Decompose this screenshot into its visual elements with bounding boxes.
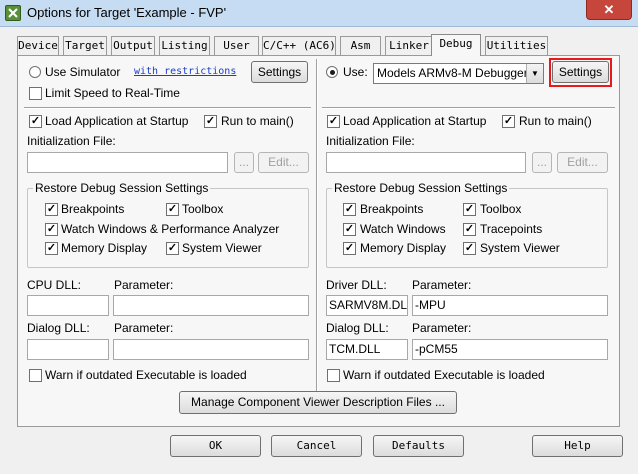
tab-c-cpp[interactable]: C/C++ (AC6) <box>262 36 336 55</box>
left-restore-group-title: Restore Debug Session Settings <box>33 181 211 195</box>
right-init-browse-button[interactable]: ... <box>532 152 552 173</box>
right-run-to-main-label: Run to main() <box>519 114 592 128</box>
chevron-down-icon: ▼ <box>526 64 543 83</box>
cpu-dll-input[interactable] <box>27 295 109 316</box>
limit-speed-label: Limit Speed to Real-Time <box>45 86 180 100</box>
driver-dll-label: Driver DLL: <box>326 278 387 292</box>
right-init-edit-button[interactable]: Edit... <box>557 152 608 173</box>
tab-device[interactable]: Device <box>17 36 59 55</box>
driver-dll-input[interactable]: SARMV8M.DLL <box>326 295 408 316</box>
left-dialog-parameter-label: Parameter: <box>114 321 174 335</box>
driver-parameter-label: Parameter: <box>412 278 472 292</box>
right-breakpoints-label: Breakpoints <box>360 202 424 216</box>
limit-speed-checkbox[interactable] <box>29 87 42 100</box>
left-toolbox-checkbox[interactable]: ✓ <box>166 203 179 216</box>
separator <box>322 107 615 109</box>
tab-debug[interactable]: Debug <box>431 34 481 56</box>
right-warn-outdated-checkbox[interactable] <box>327 369 340 382</box>
right-breakpoints-checkbox[interactable]: ✓ <box>343 203 356 216</box>
use-debugger-radio[interactable] <box>326 66 338 78</box>
manage-component-viewer-button[interactable]: Manage Component Viewer Description File… <box>179 391 457 414</box>
left-run-to-main-label: Run to main() <box>221 114 294 128</box>
help-button[interactable]: Help <box>532 435 623 457</box>
window-title: Options for Target 'Example - FVP' <box>27 5 227 20</box>
left-dialog-dll-label: Dialog DLL: <box>27 321 90 335</box>
ok-button[interactable]: OK <box>170 435 261 457</box>
use-simulator-label: Use Simulator <box>45 65 121 79</box>
cancel-button[interactable]: Cancel <box>271 435 362 457</box>
right-init-file-input[interactable] <box>326 152 526 173</box>
tab-utilities[interactable]: Utilities <box>485 36 548 55</box>
debugger-select[interactable]: Models ARMv8-M Debugger ▼ <box>373 63 544 84</box>
left-dialog-parameter-input[interactable] <box>113 339 309 360</box>
right-dialog-parameter-input[interactable]: -pCM55 <box>412 339 608 360</box>
left-watch-label: Watch Windows & Performance Analyzer <box>61 222 280 236</box>
right-run-to-main-checkbox[interactable]: ✓ <box>502 115 515 128</box>
driver-parameter-input[interactable]: -MPU <box>412 295 608 316</box>
left-warn-outdated-checkbox[interactable] <box>29 369 42 382</box>
use-simulator-radio[interactable] <box>29 66 41 78</box>
tab-linker[interactable]: Linker <box>385 36 433 55</box>
keil-app-icon <box>5 5 21 21</box>
cpu-parameter-input[interactable] <box>113 295 309 316</box>
right-tracepoints-label: Tracepoints <box>480 222 543 236</box>
left-dialog-dll-input[interactable] <box>27 339 109 360</box>
debugger-select-value: Models ARMv8-M Debugger <box>377 66 528 80</box>
left-load-app-checkbox[interactable]: ✓ <box>29 115 42 128</box>
right-warn-outdated-label: Warn if outdated Executable is loaded <box>343 368 545 382</box>
right-load-app-label: Load Application at Startup <box>343 114 487 128</box>
right-tracepoints-checkbox[interactable]: ✓ <box>463 223 476 236</box>
tab-listing[interactable]: Listing <box>159 36 210 55</box>
simulator-settings-button[interactable]: Settings <box>251 61 308 83</box>
column-divider <box>316 59 318 391</box>
right-restore-group-title: Restore Debug Session Settings <box>332 181 510 195</box>
right-memory-checkbox[interactable]: ✓ <box>343 242 356 255</box>
left-memory-checkbox[interactable]: ✓ <box>45 242 58 255</box>
left-init-file-input[interactable] <box>27 152 228 173</box>
tab-user[interactable]: User <box>214 36 259 55</box>
right-memory-label: Memory Display <box>360 241 447 255</box>
right-dialog-parameter-label: Parameter: <box>412 321 472 335</box>
tab-output[interactable]: Output <box>111 36 155 55</box>
right-dialog-dll-label: Dialog DLL: <box>326 321 389 335</box>
left-breakpoints-checkbox[interactable]: ✓ <box>45 203 58 216</box>
left-load-app-label: Load Application at Startup <box>45 114 189 128</box>
left-init-browse-button[interactable]: ... <box>234 152 254 173</box>
right-toolbox-label: Toolbox <box>480 202 522 216</box>
left-system-viewer-checkbox[interactable]: ✓ <box>166 242 179 255</box>
right-system-viewer-checkbox[interactable]: ✓ <box>463 242 476 255</box>
left-system-viewer-label: System Viewer <box>182 241 262 255</box>
left-breakpoints-label: Breakpoints <box>61 202 125 216</box>
right-system-viewer-label: System Viewer <box>480 241 560 255</box>
left-run-to-main-checkbox[interactable]: ✓ <box>204 115 217 128</box>
right-watch-checkbox[interactable]: ✓ <box>343 223 356 236</box>
debugger-settings-button[interactable]: Settings <box>552 61 609 83</box>
right-toolbox-checkbox[interactable]: ✓ <box>463 203 476 216</box>
tab-target[interactable]: Target <box>63 36 107 55</box>
right-dialog-dll-input[interactable]: TCM.DLL <box>326 339 408 360</box>
separator <box>24 107 311 109</box>
with-restrictions-link[interactable]: with restrictions <box>134 66 236 77</box>
use-label: Use: <box>343 65 368 79</box>
right-watch-label: Watch Windows <box>360 222 446 236</box>
left-init-file-label: Initialization File: <box>27 134 116 148</box>
left-warn-outdated-label: Warn if outdated Executable is loaded <box>45 368 247 382</box>
right-load-app-checkbox[interactable]: ✓ <box>327 115 340 128</box>
left-init-edit-button[interactable]: Edit... <box>258 152 309 173</box>
close-button[interactable]: ✕ <box>586 0 632 20</box>
right-init-file-label: Initialization File: <box>326 134 415 148</box>
left-toolbox-label: Toolbox <box>182 202 224 216</box>
left-memory-label: Memory Display <box>61 241 148 255</box>
cpu-parameter-label: Parameter: <box>114 278 174 292</box>
left-watch-checkbox[interactable]: ✓ <box>45 223 58 236</box>
cpu-dll-label: CPU DLL: <box>27 278 82 292</box>
defaults-button[interactable]: Defaults <box>373 435 464 457</box>
tab-asm[interactable]: Asm <box>340 36 381 55</box>
